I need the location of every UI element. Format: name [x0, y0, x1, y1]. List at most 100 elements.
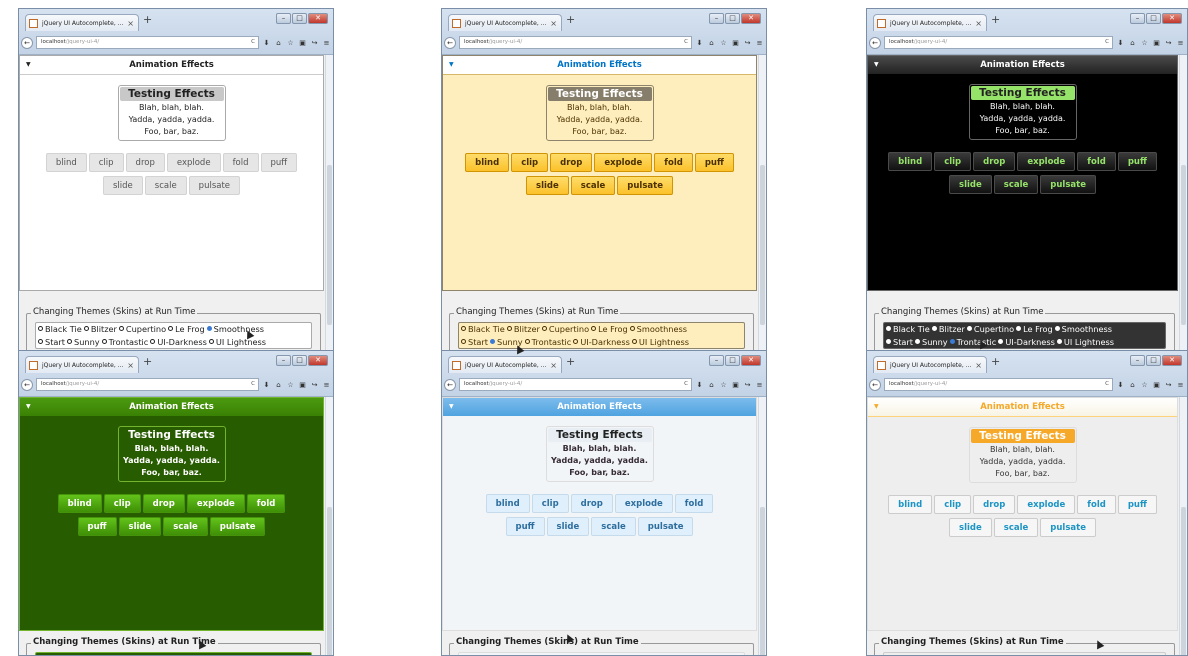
close-window-button[interactable]: ✕ — [1162, 13, 1182, 24]
effect-button-slide[interactable]: slide — [949, 518, 992, 537]
effect-button-pulsate[interactable]: pulsate — [1040, 175, 1096, 194]
new-tab-button[interactable]: + — [991, 13, 1000, 26]
vertical-scrollbar[interactable] — [758, 55, 766, 355]
effect-button-clip[interactable]: clip — [934, 495, 972, 514]
effect-button-blind[interactable]: blind — [888, 152, 933, 171]
theme-radio-blitzer[interactable]: Blitzer — [506, 323, 540, 336]
effect-button-puff[interactable]: puff — [260, 153, 298, 172]
new-tab-button[interactable]: + — [143, 13, 152, 26]
reload-icon[interactable]: C — [251, 37, 255, 48]
effect-button-fold[interactable]: fold — [1077, 495, 1116, 514]
download-icon[interactable]: ⬇ — [1116, 381, 1125, 389]
theme-radio-black-tie[interactable]: Black Tie — [38, 323, 82, 336]
theme-radio-ui-lightness[interactable]: UI Lightness — [208, 336, 266, 349]
effect-button-scale[interactable]: scale — [163, 517, 208, 536]
address-bar[interactable]: localhost/jquery-ui-4/C — [36, 378, 259, 391]
effect-button-drop[interactable]: drop — [142, 494, 185, 513]
theme-radio-le-frog[interactable]: Le Frog — [1016, 323, 1053, 336]
close-window-button[interactable]: ✕ — [741, 13, 761, 24]
browser-tab[interactable]: jQuery UI Autocomplete, ... × — [25, 356, 139, 373]
browser-tab[interactable]: jQuery UI Autocomplete, ... × — [873, 356, 987, 373]
vertical-scrollbar[interactable] — [325, 397, 333, 655]
theme-radio-trontastic[interactable]: Trontastic — [949, 336, 996, 349]
accordion-header[interactable]: ▼ Animation Effects — [443, 56, 756, 75]
effect-button-pulsate[interactable]: pulsate — [637, 517, 694, 536]
effect-button-clip[interactable]: clip — [934, 152, 972, 171]
theme-radio-le-frog[interactable]: Le Frog — [168, 323, 205, 336]
close-window-button[interactable]: ✕ — [308, 13, 328, 24]
effect-button-drop[interactable]: drop — [973, 152, 1016, 171]
minimize-button[interactable]: – — [709, 13, 724, 24]
menu-icon[interactable]: ≡ — [322, 39, 331, 47]
new-tab-button[interactable]: + — [143, 355, 152, 368]
scrollbar-thumb[interactable] — [760, 165, 765, 325]
accordion-header[interactable]: ▼ Animation Effects — [868, 398, 1177, 417]
theme-radio-black-tie[interactable]: Black Tie — [886, 323, 930, 336]
effect-button-explode[interactable]: explode — [594, 153, 653, 172]
theme-radio-trontastic[interactable]: Trontastic — [101, 336, 148, 349]
minimize-button[interactable]: – — [1130, 13, 1145, 24]
close-tab-icon[interactable]: × — [550, 357, 557, 373]
maximize-button[interactable]: □ — [1146, 355, 1161, 366]
reload-icon[interactable]: C — [251, 379, 255, 390]
address-bar[interactable]: localhost/jquery-ui-4/C — [884, 36, 1113, 49]
share-icon[interactable]: ↪ — [743, 381, 752, 389]
effect-button-slide[interactable]: slide — [949, 175, 992, 194]
browser-tab[interactable]: jQuery UI Autocomplete, ... × — [873, 14, 987, 31]
scrollbar-thumb[interactable] — [760, 507, 765, 655]
effect-button-blind[interactable]: blind — [465, 153, 510, 172]
menu-icon[interactable]: ≡ — [1176, 39, 1185, 47]
effect-button-slide[interactable]: slide — [102, 176, 143, 195]
theme-radio-ui-darkness[interactable]: UI-Darkness — [150, 336, 207, 349]
home-icon[interactable]: ⌂ — [274, 381, 283, 389]
bookmark-star-icon[interactable]: ☆ — [1140, 381, 1149, 389]
share-icon[interactable]: ↪ — [1164, 39, 1173, 47]
close-tab-icon[interactable]: × — [127, 15, 134, 31]
browser-tab[interactable]: jQuery UI Autocomplete, ... × — [25, 14, 139, 31]
effect-button-drop[interactable]: drop — [973, 495, 1016, 514]
download-icon[interactable]: ⬇ — [695, 381, 704, 389]
effect-button-puff[interactable]: puff — [694, 153, 734, 172]
address-bar[interactable]: localhost/jquery-ui-4/C — [459, 378, 692, 391]
minimize-button[interactable]: – — [709, 355, 724, 366]
effect-button-blind[interactable]: blind — [45, 153, 87, 172]
close-tab-icon[interactable]: × — [127, 357, 134, 373]
maximize-button[interactable]: □ — [725, 13, 740, 24]
back-button[interactable]: ← — [444, 378, 456, 391]
reload-icon[interactable]: C — [1105, 37, 1109, 48]
effect-button-drop[interactable]: drop — [570, 494, 613, 513]
theme-radio-start[interactable]: Start — [38, 336, 65, 349]
theme-radio-ui-darkness[interactable]: UI-Darkness — [998, 336, 1055, 349]
menu-icon[interactable]: ≡ — [755, 381, 764, 389]
bookmark-star-icon[interactable]: ☆ — [286, 381, 295, 389]
menu-icon[interactable]: ≡ — [755, 39, 764, 47]
effect-button-scale[interactable]: scale — [993, 518, 1039, 537]
download-icon[interactable]: ⬇ — [695, 39, 704, 47]
home-icon[interactable]: ⌂ — [1128, 39, 1137, 47]
new-tab-button[interactable]: + — [991, 355, 1000, 368]
menu-icon[interactable]: ≡ — [322, 381, 331, 389]
new-tab-button[interactable]: + — [566, 355, 575, 368]
effect-button-clip[interactable]: clip — [103, 494, 141, 513]
bookmark-star-icon[interactable]: ☆ — [719, 381, 728, 389]
effect-button-clip[interactable]: clip — [531, 494, 569, 513]
accordion-header[interactable]: ▼ Animation Effects — [20, 56, 323, 75]
theme-radio-sunny[interactable]: Sunny — [915, 336, 948, 349]
bookmark-star-icon[interactable]: ☆ — [286, 39, 295, 47]
share-icon[interactable]: ↪ — [743, 39, 752, 47]
theme-radio-smoothness[interactable]: Smoothness — [629, 323, 687, 336]
effect-button-blind[interactable]: blind — [57, 494, 102, 513]
close-tab-icon[interactable]: × — [550, 15, 557, 31]
accordion-header[interactable]: ▼ Animation Effects — [443, 398, 756, 416]
effect-button-blind[interactable]: blind — [888, 495, 933, 514]
effect-button-clip[interactable]: clip — [511, 153, 549, 172]
effect-button-puff[interactable]: puff — [1117, 152, 1157, 171]
address-bar[interactable]: localhost/jquery-ui-4/C — [884, 378, 1113, 391]
effect-button-fold[interactable]: fold — [246, 494, 286, 513]
address-bar[interactable]: localhost/jquery-ui-4/C — [36, 36, 259, 49]
close-window-button[interactable]: ✕ — [741, 355, 761, 366]
effect-button-slide[interactable]: slide — [118, 517, 162, 536]
download-icon[interactable]: ⬇ — [262, 39, 271, 47]
browser-tab[interactable]: jQuery UI Autocomplete, ... × — [448, 14, 562, 31]
theme-radio-smoothness[interactable]: Smoothness — [1054, 323, 1112, 336]
